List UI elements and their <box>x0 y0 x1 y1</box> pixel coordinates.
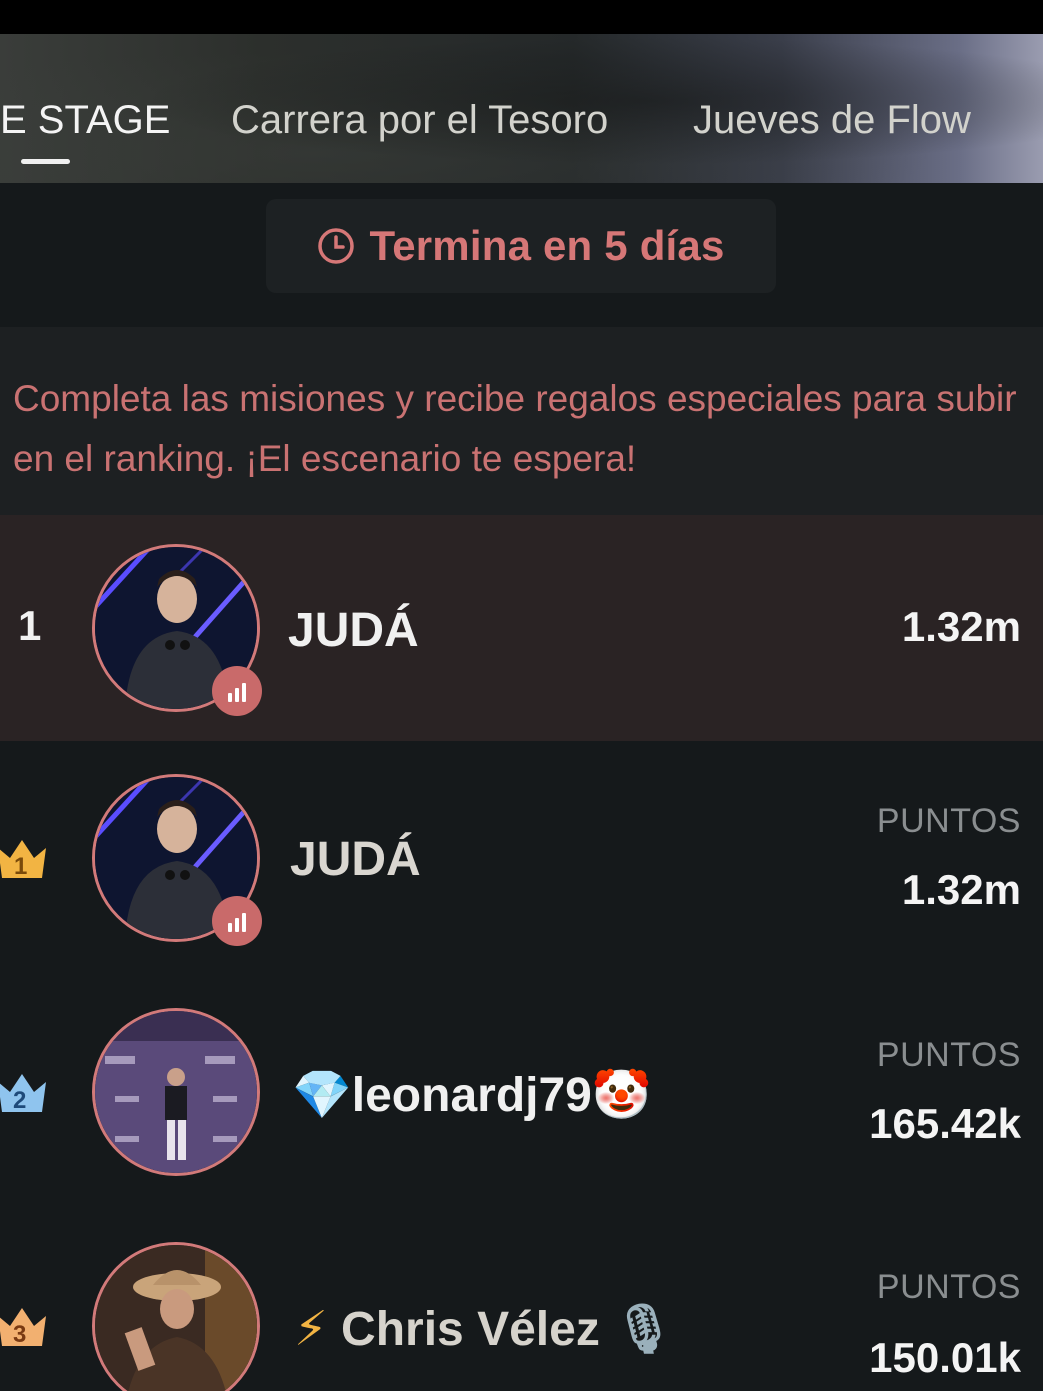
my-rank-row[interactable]: 1 JUDÁ 1.32m <box>0 515 1043 741</box>
points-label: PUNTOS <box>876 1036 1021 1074</box>
points-value: 165.42k <box>869 1100 1021 1147</box>
live-indicator-icon <box>212 666 262 716</box>
active-tab-indicator <box>21 159 70 164</box>
username: 💎leonardj79🤡 <box>292 1067 652 1123</box>
points-label: PUNTOS <box>876 1268 1021 1306</box>
points-value: 150.01k <box>869 1334 1021 1381</box>
microphone-icon: 🎙 <box>613 1301 675 1357</box>
svg-text:2: 2 <box>13 1087 26 1114</box>
lightning-icon: ⚡ <box>294 1301 328 1357</box>
info-text: Completa las misiones y recibe regalos e… <box>13 378 1017 479</box>
my-username: JUDÁ <box>288 604 419 657</box>
avatar[interactable] <box>92 1242 260 1391</box>
clock-icon <box>318 228 355 264</box>
points-value: 1.32m <box>901 866 1021 913</box>
svg-text:1: 1 <box>14 853 27 880</box>
tab-jueves-de-flow[interactable]: Jueves de Flow <box>693 98 971 143</box>
info-banner: Completa las misiones y recibe regalos e… <box>0 327 1043 515</box>
crown-rank-3-icon: 3 <box>0 1308 46 1348</box>
countdown-text: Termina en 5 días <box>369 222 725 269</box>
points-label: PUNTOS <box>876 802 1021 840</box>
clown-face-icon: 🤡 <box>591 1067 652 1123</box>
avatar[interactable] <box>92 1008 260 1176</box>
avatar[interactable] <box>92 774 262 946</box>
diamond-icon: 💎 <box>292 1067 352 1123</box>
tab-carrera-por-el-tesoro[interactable]: Carrera por el Tesoro <box>231 98 608 143</box>
my-rank-number: 1 <box>18 602 42 649</box>
countdown-pill: Termina en 5 días <box>266 199 776 293</box>
crown-rank-2-icon: 2 <box>0 1074 46 1114</box>
tab-bar: E STAGE Carrera por el Tesoro Jueves de … <box>0 34 1043 183</box>
username: JUDÁ <box>290 833 421 886</box>
live-indicator-icon <box>212 896 262 946</box>
tab-e-stage[interactable]: E STAGE <box>0 98 170 143</box>
username: ⚡ Chris Vélez 🎙 <box>294 1301 675 1357</box>
status-bar <box>0 0 1043 34</box>
my-points: 1.32m <box>901 603 1021 650</box>
svg-text:3: 3 <box>13 1321 26 1348</box>
avatar[interactable] <box>92 544 262 716</box>
crown-rank-1-icon: 1 <box>0 840 46 880</box>
